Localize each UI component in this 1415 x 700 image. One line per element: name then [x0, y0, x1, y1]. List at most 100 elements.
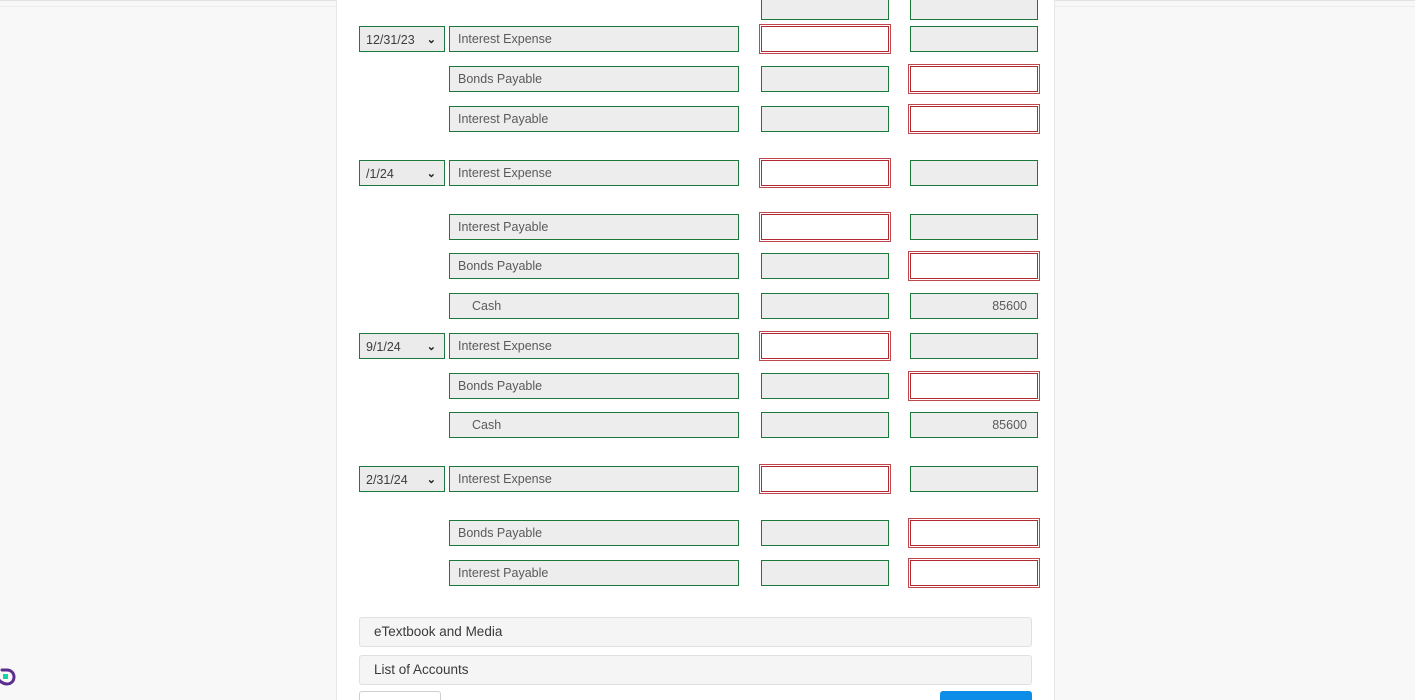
journal-account-value: Interest Expense: [449, 160, 739, 186]
app-viewport: 12/31/23 ⌄ Interest Expense Bonds Payable In…: [0, 0, 1415, 700]
etextbook-and-media-panel[interactable]: eTextbook and Media: [359, 617, 1032, 647]
journal-credit-field[interactable]: [910, 0, 1038, 20]
journal-debit-field[interactable]: [761, 214, 889, 240]
chevron-down-icon: ⌄: [426, 474, 436, 486]
chevron-down-icon: ⌄: [426, 168, 436, 180]
journal-debit-field[interactable]: [761, 160, 889, 186]
journal-account-field[interactable]: Interest Payable: [449, 106, 739, 132]
journal-account-value: Interest Expense: [449, 26, 739, 52]
journal-entry-row: Cash 85600: [337, 412, 1056, 440]
journal-account-value: Interest Expense: [449, 466, 739, 492]
journal-debit-value: [761, 333, 889, 359]
journal-credit-field[interactable]: 85600: [910, 412, 1038, 438]
journal-account-field[interactable]: Cash: [449, 412, 739, 438]
journal-entry-row: 12/31/23 ⌄ Interest Expense: [337, 26, 1056, 54]
journal-date-select[interactable]: 12/31/23 ⌄: [359, 26, 445, 52]
journal-credit-value: 85600: [910, 412, 1038, 438]
journal-account-field[interactable]: Bonds Payable: [449, 253, 739, 279]
journal-debit-field[interactable]: [761, 253, 889, 279]
journal-entry-row: Interest Payable: [337, 214, 1056, 242]
journal-debit-value: [761, 560, 889, 586]
assignment-content-column: 12/31/23 ⌄ Interest Expense Bonds Payable In…: [336, 0, 1055, 700]
journal-credit-field[interactable]: [910, 66, 1038, 92]
journal-date-select[interactable]: 2/31/24 ⌄: [359, 466, 445, 492]
save-for-later-button[interactable]: [359, 691, 441, 700]
journal-debit-value: [761, 160, 889, 186]
journal-account-field[interactable]: Interest Expense: [449, 466, 739, 492]
journal-credit-field[interactable]: [910, 333, 1038, 359]
journal-debit-value: [761, 26, 889, 52]
mouse-cursor-icon: [0, 668, 16, 686]
journal-credit-field[interactable]: [910, 160, 1038, 186]
journal-credit-value: [910, 253, 1038, 279]
journal-credit-value: [910, 106, 1038, 132]
journal-credit-value: [910, 160, 1038, 186]
journal-debit-field[interactable]: [761, 373, 889, 399]
journal-debit-field[interactable]: [761, 293, 889, 319]
journal-credit-field[interactable]: [910, 520, 1038, 546]
journal-entry-row: Cash 85600: [337, 293, 1056, 321]
journal-credit-value: [910, 560, 1038, 586]
journal-account-field[interactable]: Cash: [449, 293, 739, 319]
etextbook-and-media-label: eTextbook and Media: [374, 624, 503, 639]
journal-date-value: 12/31/23: [366, 33, 415, 47]
journal-account-field[interactable]: Interest Payable: [449, 214, 739, 240]
list-of-accounts-panel[interactable]: List of Accounts: [359, 655, 1032, 685]
journal-account-value: Interest Payable: [449, 106, 739, 132]
journal-credit-field[interactable]: 85600: [910, 293, 1038, 319]
journal-entry-row: Bonds Payable: [337, 373, 1056, 401]
journal-account-field[interactable]: Bonds Payable: [449, 66, 739, 92]
journal-date-select[interactable]: /1/24 ⌄: [359, 160, 445, 186]
list-of-accounts-label: List of Accounts: [374, 662, 469, 677]
submit-answer-button[interactable]: [940, 691, 1032, 700]
journal-entry-row: 2/31/24 ⌄ Interest Expense: [337, 466, 1056, 494]
journal-account-value: Interest Expense: [449, 333, 739, 359]
journal-debit-field[interactable]: [761, 333, 889, 359]
journal-debit-field[interactable]: [761, 26, 889, 52]
journal-date-select[interactable]: 9/1/24 ⌄: [359, 333, 445, 359]
journal-debit-field[interactable]: [761, 466, 889, 492]
journal-account-field[interactable]: Bonds Payable: [449, 373, 739, 399]
journal-debit-field[interactable]: [761, 0, 889, 20]
journal-entry-row: Bonds Payable: [337, 520, 1056, 548]
journal-date-value: 2/31/24: [366, 473, 408, 487]
journal-credit-value: [910, 520, 1038, 546]
journal-account-field[interactable]: Interest Payable: [449, 560, 739, 586]
journal-account-value: Bonds Payable: [449, 253, 739, 279]
journal-credit-field[interactable]: [910, 253, 1038, 279]
journal-entry-row: /1/24 ⌄ Interest Expense: [337, 160, 1056, 188]
journal-entry-row: Bonds Payable: [337, 253, 1056, 281]
journal-credit-field[interactable]: [910, 214, 1038, 240]
journal-account-field[interactable]: Bonds Payable: [449, 520, 739, 546]
journal-credit-value: 85600: [910, 293, 1038, 319]
journal-debit-field[interactable]: [761, 560, 889, 586]
journal-credit-field[interactable]: [910, 106, 1038, 132]
journal-debit-field[interactable]: [761, 66, 889, 92]
journal-account-field[interactable]: Interest Expense: [449, 333, 739, 359]
journal-credit-field[interactable]: [910, 26, 1038, 52]
journal-credit-field[interactable]: [910, 373, 1038, 399]
journal-debit-field[interactable]: [761, 106, 889, 132]
journal-account-field[interactable]: Interest Expense: [449, 160, 739, 186]
journal-account-value: Interest Payable: [449, 560, 739, 586]
journal-debit-value: [761, 66, 889, 92]
chevron-down-icon: ⌄: [426, 34, 436, 46]
journal-credit-field[interactable]: [910, 466, 1038, 492]
journal-debit-value: [761, 0, 889, 20]
journal-entry-row: [337, 0, 1056, 22]
journal-debit-value: [761, 106, 889, 132]
journal-credit-value: [910, 466, 1038, 492]
journal-date-value: /1/24: [366, 167, 394, 181]
journal-debit-value: [761, 466, 889, 492]
journal-account-field[interactable]: Interest Expense: [449, 26, 739, 52]
journal-credit-value: [910, 66, 1038, 92]
journal-credit-value: [910, 333, 1038, 359]
journal-entry-row: Interest Payable: [337, 560, 1056, 588]
journal-credit-field[interactable]: [910, 560, 1038, 586]
journal-debit-field[interactable]: [761, 520, 889, 546]
journal-account-value: Bonds Payable: [449, 66, 739, 92]
journal-debit-field[interactable]: [761, 412, 889, 438]
journal-account-value: Bonds Payable: [449, 520, 739, 546]
journal-debit-value: [761, 412, 889, 438]
chevron-down-icon: ⌄: [426, 341, 436, 353]
